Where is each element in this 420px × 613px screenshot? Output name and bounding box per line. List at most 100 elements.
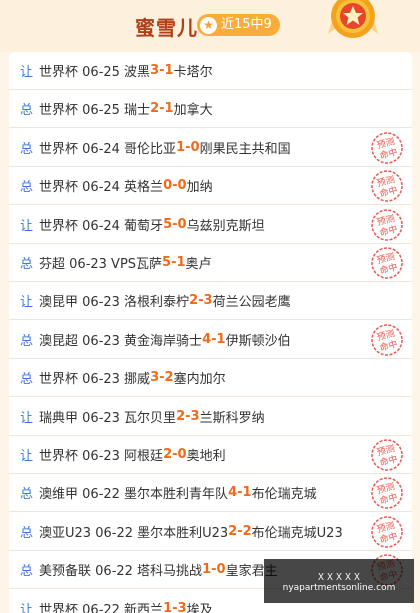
bet-type-tag: 总 bbox=[20, 372, 34, 388]
match-info: 世界杯 06-22 新西兰 bbox=[39, 602, 164, 613]
match-info: 澳昆甲 06-23 洛根利泰柠 bbox=[39, 295, 190, 311]
away-score: 0 bbox=[177, 216, 187, 232]
home-score: 5 bbox=[162, 255, 172, 270]
home-score: 2 bbox=[228, 523, 238, 539]
home-score: 2 bbox=[189, 293, 199, 309]
match-info: 世界杯 06-25 波黑 bbox=[39, 65, 151, 80]
prediction-hit-stamp: 预测命中 bbox=[371, 439, 403, 471]
bet-type-tag: 让 bbox=[20, 410, 34, 426]
away-score: 1 bbox=[216, 331, 226, 347]
star-medal-icon bbox=[328, 0, 378, 38]
match-info: 世界杯 06-24 葡萄牙 bbox=[39, 218, 164, 234]
away-team: 布伦瑞克城U23 bbox=[251, 525, 343, 541]
away-team: 乌兹别克斯坦 bbox=[186, 218, 265, 234]
bet-type-tag: 总 bbox=[20, 487, 34, 503]
home-score: 0 bbox=[163, 178, 173, 194]
home-score: 2 bbox=[150, 101, 160, 117]
home-score: 4 bbox=[228, 485, 238, 501]
away-score: 2 bbox=[242, 523, 252, 539]
match-row[interactable]: 总芬超 06-23 VPS瓦萨 5 - 1 奥卢 bbox=[9, 244, 412, 282]
away-score: 0 bbox=[177, 447, 187, 462]
watermark-line-1: ＸＸＸＸＸ bbox=[316, 572, 362, 583]
match-info: 澳亚U23 06-22 墨尔本胜利U23 bbox=[39, 525, 229, 541]
away-score: 3 bbox=[203, 293, 213, 309]
home-score: 3 bbox=[150, 370, 160, 386]
home-score: 1 bbox=[163, 600, 173, 613]
away-team: 荷兰公园老鹰 bbox=[212, 295, 291, 311]
match-row[interactable]: 让世界杯 06-23 阿根廷 2 - 0 奥地利 bbox=[9, 436, 412, 474]
record-badge: ★ 近15中9 bbox=[197, 14, 280, 36]
away-team: 加拿大 bbox=[173, 103, 213, 119]
away-team: 刚果民主共和国 bbox=[199, 141, 291, 157]
match-row[interactable]: 总澳维甲 06-22 墨尔本胜利青年队 4 - 1 布伦瑞克城 bbox=[9, 474, 412, 513]
match-row[interactable]: 总世界杯 06-24 英格兰 0 - 0 加纳 bbox=[9, 167, 412, 206]
away-team: 布伦瑞克城 bbox=[251, 487, 317, 503]
match-row[interactable]: 让澳昆甲 06-23 洛根利泰柠 2 - 3 荷兰公园老鹰 bbox=[9, 282, 412, 321]
away-score: 0 bbox=[190, 139, 200, 155]
away-team: 塞内加尔 bbox=[173, 372, 226, 388]
bet-type-tag: 让 bbox=[20, 602, 34, 613]
bet-type-tag: 让 bbox=[20, 295, 34, 311]
header-banner: 蜜雪儿 ★ 近15中9 bbox=[0, 0, 420, 52]
match-row[interactable]: 让瑞典甲 06-23 瓦尔贝里 2 - 3 兰斯科罗纳 bbox=[9, 398, 412, 436]
star-icon: ★ bbox=[200, 16, 217, 34]
match-info: 澳昆超 06-23 黄金海岸骑士 bbox=[39, 333, 203, 349]
match-row[interactable]: 总澳昆超 06-23 黄金海岸骑士 4 - 1 伊斯顿沙伯 bbox=[9, 321, 412, 359]
prediction-hit-stamp: 预测命中 bbox=[371, 170, 403, 202]
match-info: 世界杯 06-23 阿根廷 bbox=[39, 449, 164, 464]
home-score: 3 bbox=[150, 63, 160, 78]
prediction-list: 让世界杯 06-25 波黑 3 - 1 卡塔尔总世界杯 06-25 瑞士 2 - 1加… bbox=[9, 52, 412, 613]
match-row[interactable]: 总世界杯 06-24 哥伦比亚 1 - 0 刚果民主共和国 bbox=[9, 129, 412, 167]
match-row[interactable]: 让世界杯 06-24 葡萄牙 5 - 0 乌兹别克斯坦 bbox=[9, 206, 412, 244]
site-watermark: ＸＸＸＸＸ nyapartmentsonline.com bbox=[264, 559, 414, 603]
match-info: 世界杯 06-23 挪威 bbox=[39, 372, 151, 388]
bet-type-tag: 总 bbox=[20, 525, 34, 541]
match-row[interactable]: 总世界杯 06-25 瑞士 2 - 1 加拿大 bbox=[9, 90, 412, 129]
bet-type-tag: 总 bbox=[20, 103, 34, 119]
match-info: 世界杯 06-24 英格兰 bbox=[39, 180, 164, 196]
prediction-hit-stamp: 预测命中 bbox=[371, 208, 403, 241]
prediction-hit-stamp: 预测命中 bbox=[371, 247, 403, 279]
away-team: 加纳 bbox=[186, 180, 213, 196]
home-score: 1 bbox=[202, 562, 212, 578]
away-score: 0 bbox=[177, 178, 187, 194]
bet-type-tag: 总 bbox=[20, 564, 34, 580]
home-score: 5 bbox=[163, 216, 173, 232]
away-score: 1 bbox=[164, 63, 174, 78]
bet-type-tag: 让 bbox=[20, 65, 34, 80]
home-score: 1 bbox=[176, 139, 186, 155]
match-row[interactable]: 让世界杯 06-25 波黑 3 - 1 卡塔尔 bbox=[9, 52, 412, 90]
prediction-hit-stamp: 预测命中 bbox=[371, 324, 403, 356]
away-score: 3 bbox=[177, 600, 187, 613]
away-team: 埃及 bbox=[186, 602, 213, 613]
bet-type-tag: 让 bbox=[20, 449, 34, 464]
away-score: 3 bbox=[190, 408, 200, 424]
match-row[interactable]: 总澳亚U23 06-22 墨尔本胜利U23 2 - 2 布伦瑞克城U23 bbox=[9, 513, 412, 551]
record-text: 近15中9 bbox=[221, 17, 272, 32]
home-score: 2 bbox=[163, 447, 173, 462]
match-info: 世界杯 06-25 瑞士 bbox=[39, 103, 151, 119]
watermark-url: nyapartmentsonline.com bbox=[282, 582, 396, 593]
home-score: 4 bbox=[202, 331, 212, 347]
prediction-hit-stamp: 预测命中 bbox=[371, 477, 403, 510]
bet-type-tag: 让 bbox=[20, 218, 34, 234]
prediction-hit-stamp: 预测命中 bbox=[371, 516, 403, 548]
match-info: 美预备联 06-22 塔科马挑战 bbox=[39, 564, 203, 580]
bet-type-tag: 总 bbox=[20, 141, 34, 157]
match-info: 芬超 06-23 VPS瓦萨 bbox=[39, 257, 163, 272]
away-score: 1 bbox=[164, 101, 174, 117]
away-team: 卡塔尔 bbox=[173, 65, 213, 80]
away-team: 奥卢 bbox=[185, 257, 212, 272]
away-score: 2 bbox=[164, 370, 174, 386]
home-score: 2 bbox=[176, 408, 186, 424]
away-team: 兰斯科罗纳 bbox=[199, 410, 265, 426]
away-team: 奥地利 bbox=[186, 449, 226, 464]
bet-type-tag: 总 bbox=[20, 257, 34, 272]
away-score: 1 bbox=[176, 255, 186, 270]
match-info: 瑞典甲 06-23 瓦尔贝里 bbox=[39, 410, 177, 426]
match-info: 澳维甲 06-22 墨尔本胜利青年队 bbox=[39, 487, 229, 503]
away-score: 1 bbox=[242, 485, 252, 501]
match-row[interactable]: 总世界杯 06-23 挪威 3 - 2 塞内加尔 bbox=[9, 359, 412, 398]
match-info: 世界杯 06-24 哥伦比亚 bbox=[39, 141, 177, 157]
prediction-hit-stamp: 预测命中 bbox=[371, 132, 403, 164]
